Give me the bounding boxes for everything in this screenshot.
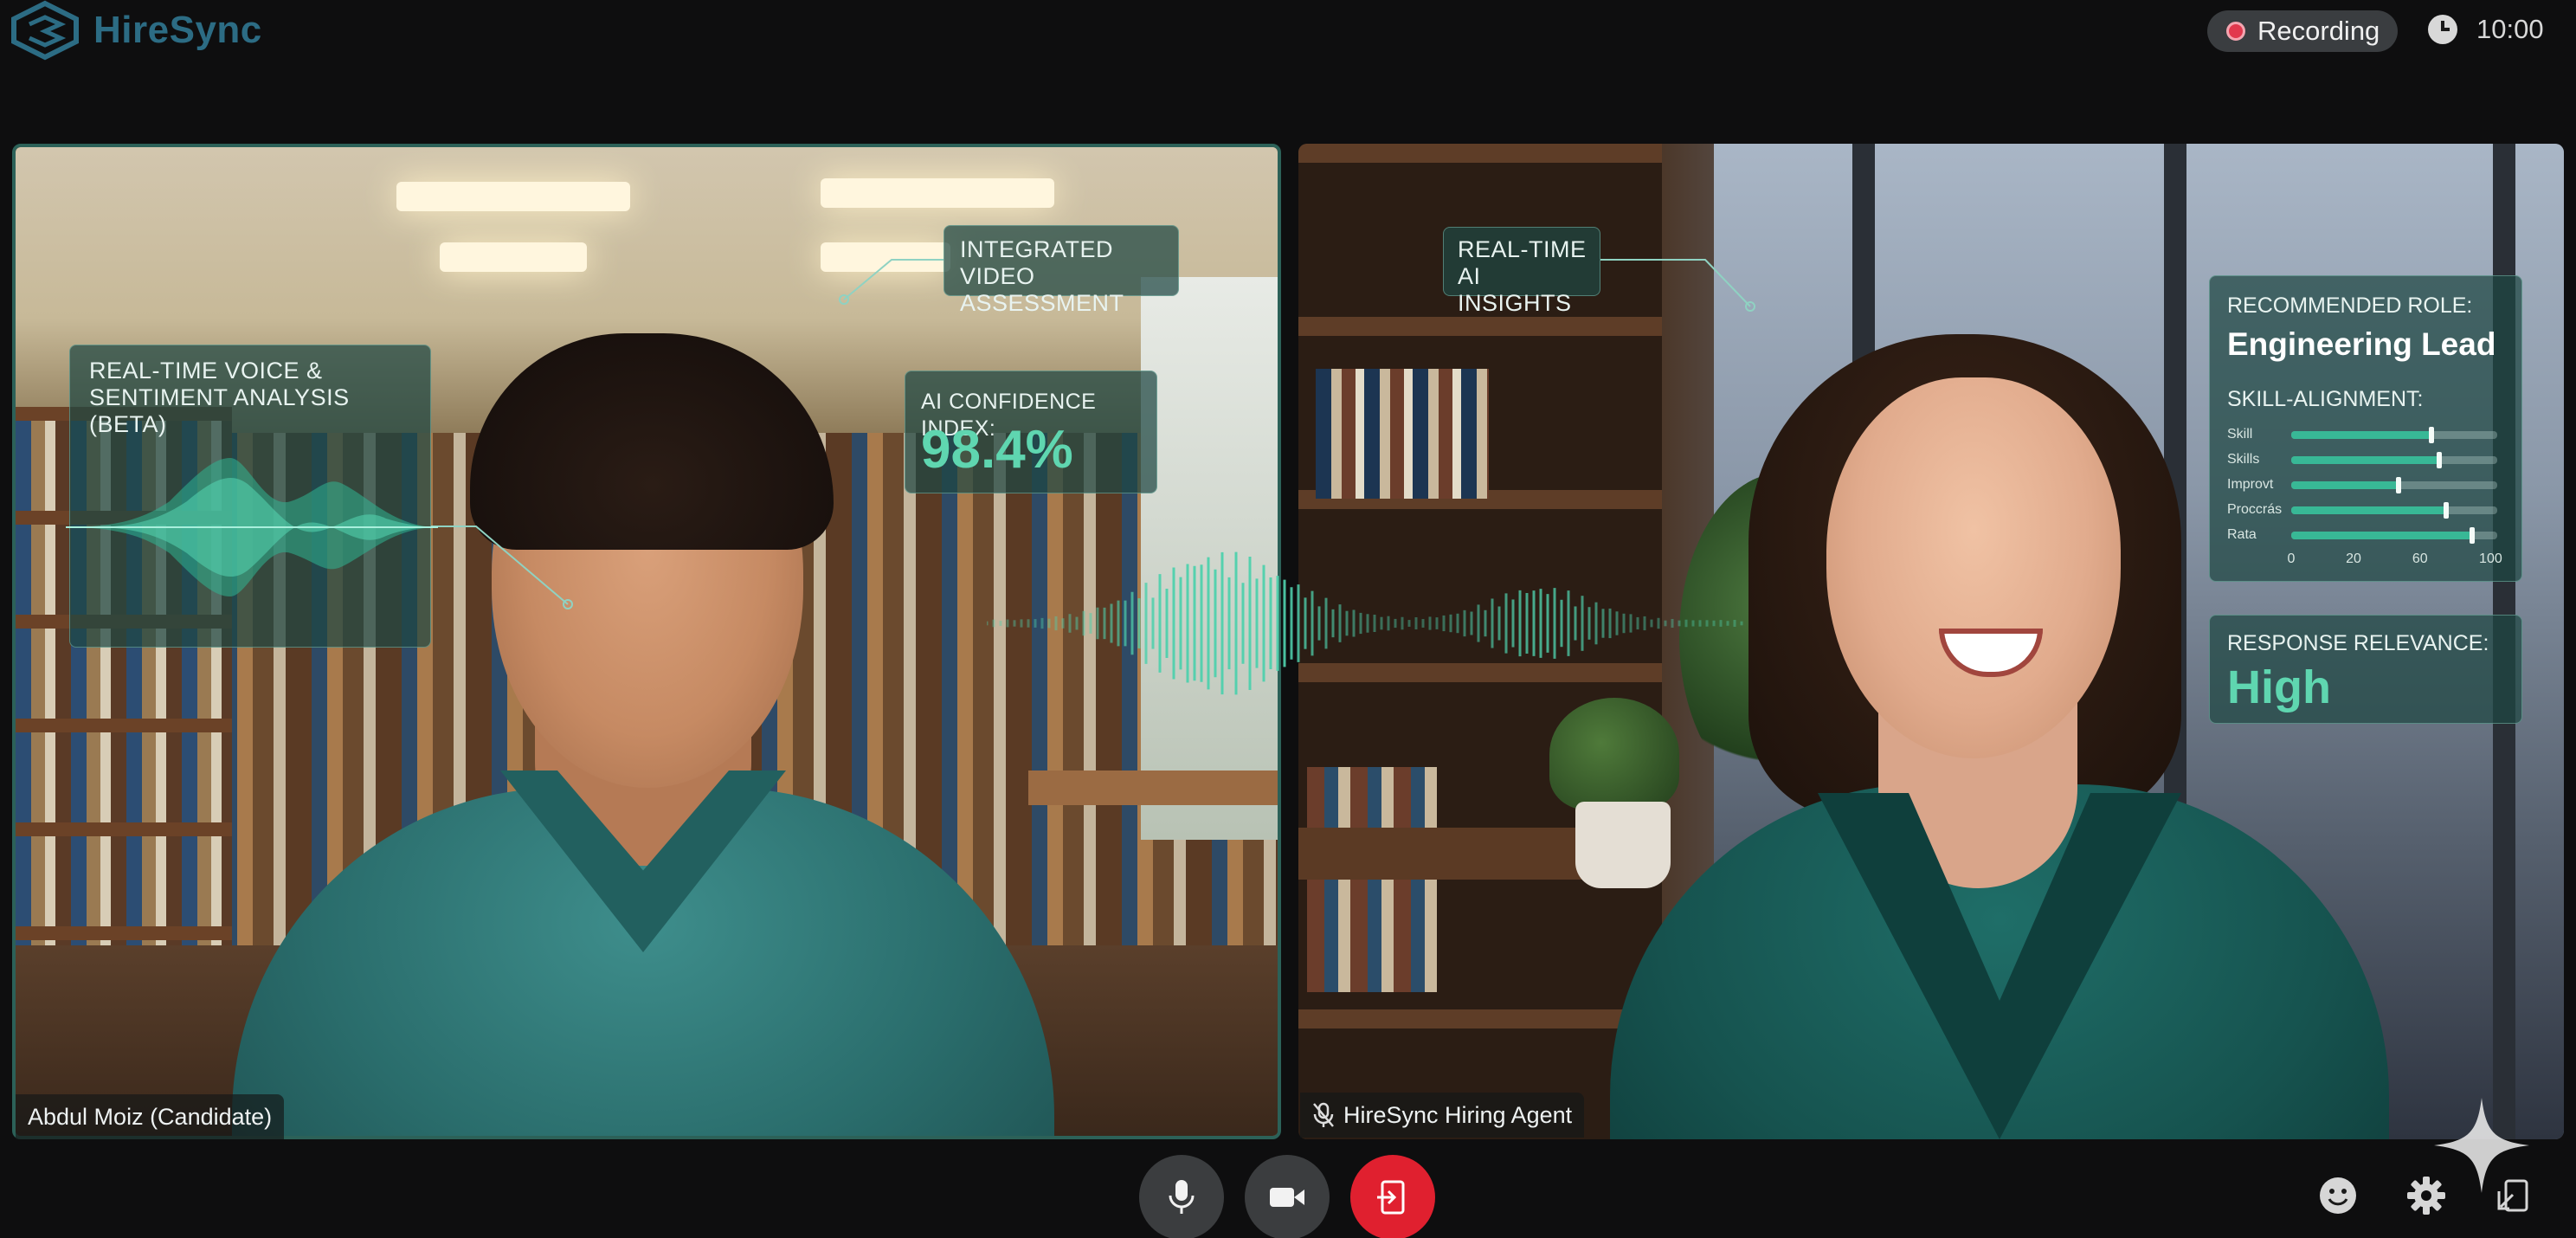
skill-bar-track — [2291, 527, 2497, 544]
skill-tick-label: 20 — [2346, 551, 2361, 566]
skill-tick-label: 0 — [2287, 551, 2296, 566]
skill-bar-track — [2291, 427, 2497, 443]
skill-bar-track — [2291, 477, 2497, 493]
agent-name-tag: HireSync Hiring Agent — [1300, 1093, 1585, 1138]
skill-bar-track — [2291, 502, 2497, 519]
confidence-index-value: 98.4% — [921, 420, 1073, 480]
skill-bar-fill — [2291, 532, 2473, 539]
skill-bar-track — [2291, 452, 2497, 468]
candidate-name-tag: Abdul Moiz (Candidate) — [16, 1094, 285, 1139]
skill-bar-label: Rata — [2227, 527, 2257, 542]
sentiment-waveform-icon — [66, 458, 438, 596]
skill-bar-row: Skills — [2227, 448, 2513, 474]
sparkle-icon — [2434, 1098, 2529, 1193]
skill-bar-label: Skills — [2227, 452, 2260, 467]
skill-bar-marker — [2443, 502, 2449, 519]
video-camera-icon — [1270, 1188, 1304, 1207]
skill-bar-marker — [2437, 452, 2443, 468]
microphone-button[interactable] — [1139, 1155, 1224, 1238]
candidate-name: Abdul Moiz (Candidate) — [28, 1103, 273, 1130]
voice-sentiment-panel: REAL-TIME VOICE & SENTIMENT ANALYSIS (BE… — [66, 345, 438, 648]
skill-bar-fill — [2291, 431, 2431, 439]
ai-insights-title: REAL-TIME AI INSIGHTS — [1458, 236, 1587, 316]
center-audio-waveform-icon — [987, 551, 1743, 695]
microphone-icon — [1169, 1180, 1195, 1214]
emoji-icon — [2320, 1177, 2356, 1214]
skill-bar-fill — [2291, 456, 2440, 464]
reactions-button[interactable] — [2316, 1174, 2360, 1217]
camera-button[interactable] — [1245, 1155, 1330, 1238]
confidence-index-panel: AI CONFIDENCE INDEX: 98.4% — [905, 371, 1157, 493]
skill-bar-label: Improvt — [2227, 477, 2274, 492]
skill-bar-row: Rata — [2227, 524, 2513, 549]
skill-bar-row: Proccrás — [2227, 499, 2513, 524]
leave-call-icon — [1377, 1180, 1405, 1215]
skill-bar-marker — [2470, 527, 2476, 544]
skill-tick-label: 60 — [2412, 551, 2428, 566]
skill-tick-label: 100 — [2479, 551, 2502, 566]
skill-bar-fill — [2291, 506, 2446, 514]
mic-muted-icon — [1312, 1102, 1335, 1128]
skill-alignment-ticks: 0 20 60 100 — [2287, 551, 2502, 571]
response-relevance-title: RESPONSE RELEVANCE: — [2227, 631, 2489, 655]
skill-bar-row: Improvt — [2227, 474, 2513, 499]
skill-bar-fill — [2291, 481, 2399, 489]
skill-bar-row: Skill — [2227, 423, 2513, 448]
skill-bar-marker — [2428, 427, 2434, 443]
ai-insights-panel: REAL-TIME AI INSIGHTS — [1443, 227, 1600, 316]
recommended-role-panel: RECOMMENDED ROLE: Engineering Lead SKILL… — [2209, 275, 2522, 582]
leave-call-button[interactable] — [1350, 1155, 1435, 1238]
video-assessment-title: INTEGRATED VIDEO ASSESSMENT — [960, 236, 1124, 316]
recommended-role-title: RECOMMENDED ROLE: — [2227, 293, 2473, 318]
response-relevance-panel: RESPONSE RELEVANCE: High — [2209, 615, 2522, 724]
skill-bar-marker — [2395, 477, 2401, 493]
skill-alignment-title: SKILL-ALIGNMENT: — [2227, 387, 2424, 411]
recommended-role-value: Engineering Lead — [2227, 326, 2496, 362]
skill-alignment-bars: Skill Skills Improvt Proccrás Rata — [2227, 423, 2513, 549]
skill-bar-label: Skill — [2227, 427, 2253, 442]
skill-bar-label: Proccrás — [2227, 502, 2283, 517]
response-relevance-value: High — [2227, 661, 2331, 713]
agent-name: HireSync Hiring Agent — [1343, 1101, 1573, 1128]
video-assessment-panel: INTEGRATED VIDEO ASSESSMENT — [943, 225, 1179, 316]
